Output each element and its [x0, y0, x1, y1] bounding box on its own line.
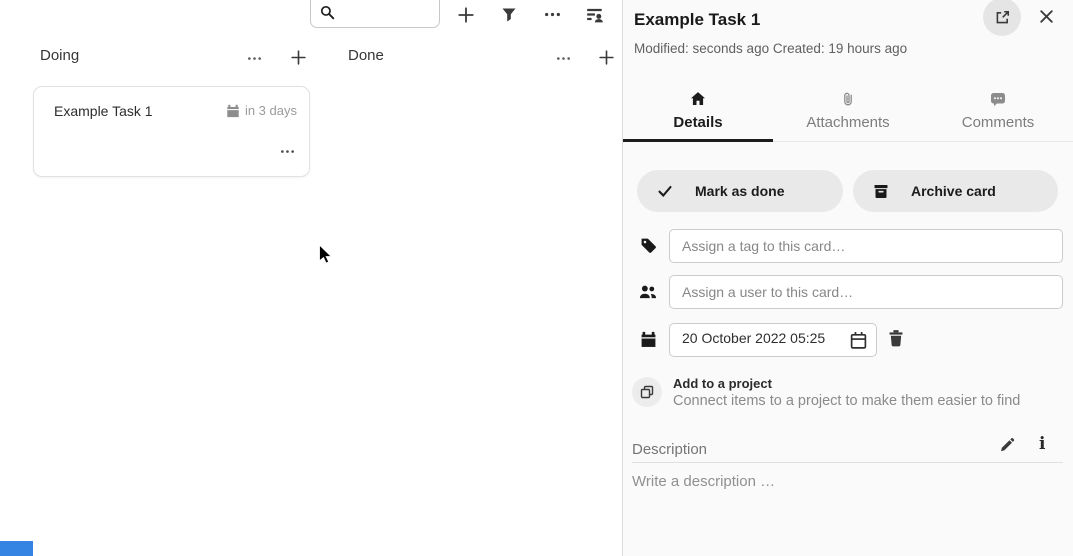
panel-meta: Modified: seconds ago Created: 19 hours … — [634, 41, 907, 56]
users-icon — [639, 283, 657, 301]
paperclip-icon — [840, 91, 856, 107]
due-date-field[interactable] — [669, 323, 877, 357]
column-menu-button-doing[interactable] — [241, 46, 267, 70]
open-in-window-button[interactable] — [983, 0, 1021, 36]
archive-card-button[interactable]: Archive card — [853, 170, 1058, 212]
plus-icon — [457, 6, 475, 24]
assign-tag-input[interactable] — [669, 229, 1063, 263]
description-info-button[interactable]: i — [1039, 434, 1045, 454]
column-title-done: Done — [348, 47, 384, 64]
check-icon — [657, 183, 673, 199]
add-card-button[interactable] — [452, 1, 480, 28]
add-card-doing-button[interactable] — [285, 45, 311, 69]
remove-due-date-button[interactable] — [887, 329, 905, 350]
column-menu-button-done[interactable] — [550, 46, 576, 70]
add-card-done-button[interactable] — [593, 45, 619, 69]
card-title: Example Task 1 — [54, 103, 153, 119]
description-label: Description — [632, 441, 707, 458]
close-panel-button[interactable] — [1036, 8, 1056, 28]
plus-icon — [290, 49, 307, 66]
more-icon — [544, 6, 561, 23]
board-menu-button[interactable] — [538, 1, 566, 28]
filter-icon — [501, 7, 517, 23]
more-icon — [556, 51, 571, 66]
task-card[interactable]: Example Task 1 in 3 days — [33, 86, 310, 177]
search-box[interactable] — [310, 0, 440, 28]
assign-user-input[interactable] — [669, 275, 1063, 309]
comment-icon — [990, 91, 1006, 107]
accent-corner-fragment — [0, 541, 33, 556]
plus-icon — [598, 49, 615, 66]
calendar-outline-icon — [849, 331, 868, 350]
panel-title: Example Task 1 — [634, 10, 760, 30]
trash-icon — [887, 329, 905, 347]
card-due-badge: in 3 days — [226, 103, 297, 118]
mark-as-done-label: Mark as done — [695, 183, 784, 199]
card-menu-button[interactable] — [280, 144, 295, 162]
tab-comments[interactable]: Comments — [923, 85, 1073, 141]
filter-button[interactable] — [495, 1, 523, 28]
project-stack-icon — [639, 384, 655, 400]
home-icon — [690, 91, 706, 107]
archive-icon — [873, 183, 889, 199]
board-options-icon — [586, 6, 604, 24]
tab-attachments[interactable]: Attachments — [773, 85, 923, 141]
add-to-project-button[interactable] — [632, 377, 662, 407]
tab-details[interactable]: Details — [623, 85, 773, 141]
kanban-board: Doing Done Example Task 1 — [0, 0, 622, 556]
search-input[interactable] — [339, 2, 433, 24]
tab-attachments-label: Attachments — [806, 114, 889, 131]
calendar-icon — [226, 104, 240, 118]
search-icon — [320, 5, 335, 20]
column-title-doing: Doing — [40, 47, 79, 64]
add-to-project-title: Add to a project — [673, 376, 772, 391]
mouse-cursor — [318, 244, 333, 265]
board-options-button[interactable] — [581, 1, 609, 28]
add-to-project-subtitle: Connect items to a project to make them … — [673, 393, 1020, 409]
edit-description-button[interactable] — [999, 437, 1015, 456]
tab-comments-label: Comments — [962, 114, 1035, 131]
more-icon — [280, 144, 295, 159]
pencil-icon — [999, 437, 1015, 453]
description-placeholder: Write a description … — [632, 473, 775, 490]
card-due-label: in 3 days — [245, 103, 297, 118]
tag-icon — [640, 237, 657, 254]
mark-as-done-button[interactable]: Mark as done — [637, 170, 843, 212]
due-date-input[interactable] — [682, 330, 842, 346]
more-icon — [247, 51, 262, 66]
archive-card-label: Archive card — [911, 183, 996, 199]
card-detail-panel: Example Task 1 Modified: seconds ago Cre… — [623, 0, 1073, 556]
tab-details-label: Details — [673, 114, 722, 131]
close-icon — [1038, 8, 1055, 25]
open-calendar-button[interactable] — [849, 331, 868, 353]
panel-tabs: Details Attachments Comments — [623, 85, 1073, 142]
external-link-icon — [994, 9, 1011, 26]
calendar-icon — [640, 331, 657, 348]
description-divider — [632, 462, 1063, 463]
